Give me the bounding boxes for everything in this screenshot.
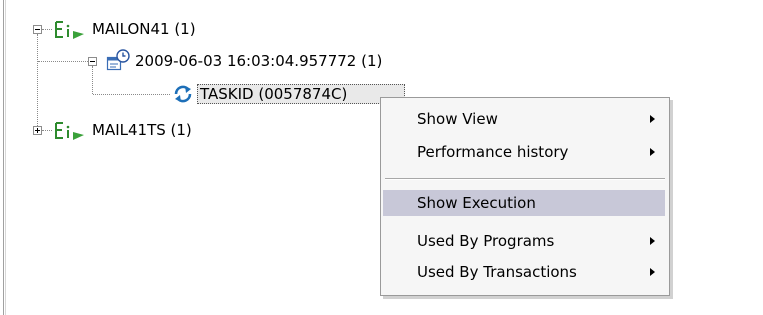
tree-connector — [42, 130, 52, 131]
transaction-icon — [55, 122, 84, 140]
menu-item-show-view[interactable]: Show View — [383, 106, 665, 132]
transaction-icon — [55, 21, 84, 39]
tree-node-label-selected[interactable]: TASKID (0057874C) — [197, 84, 405, 104]
tree-connector — [93, 94, 170, 95]
menu-item-label: Show View — [417, 110, 498, 128]
panel-border-inner — [5, 0, 6, 315]
submenu-arrow-icon — [650, 115, 655, 123]
refresh-cycle-icon — [174, 85, 192, 103]
tree-node-label: 2009-06-03 16:03:04.957772 (1) — [135, 52, 383, 70]
tree-connector — [42, 29, 52, 30]
menu-item-used-by-transactions[interactable]: Used By Transactions — [383, 259, 665, 285]
tree-node-label: MAIL41TS (1) — [92, 121, 192, 139]
menu-item-show-execution[interactable]: Show Execution — [383, 190, 665, 216]
menu-item-label: Show Execution — [417, 194, 536, 212]
submenu-arrow-icon — [650, 268, 655, 276]
calendar-clock-icon — [106, 49, 130, 71]
tree-connector — [38, 61, 88, 62]
collapse-toggle[interactable] — [33, 25, 42, 34]
tree-node-label: MAILON41 (1) — [92, 20, 196, 38]
tree-connector — [37, 34, 38, 130]
menu-item-label: Used By Transactions — [417, 263, 577, 281]
submenu-arrow-icon — [650, 237, 655, 245]
menu-item-label: Used By Programs — [417, 232, 555, 250]
panel-border — [3, 0, 4, 315]
submenu-arrow-icon — [650, 148, 655, 156]
menu-item-used-by-programs[interactable]: Used By Programs — [383, 228, 665, 254]
menu-item-performance-history[interactable]: Performance history — [383, 139, 665, 165]
context-menu: Show View Performance history Show Execu… — [380, 97, 670, 296]
expand-toggle[interactable] — [33, 126, 42, 135]
menu-item-label: Performance history — [417, 143, 569, 161]
tree-connector — [92, 66, 93, 94]
collapse-toggle[interactable] — [88, 57, 97, 66]
menu-separator — [385, 178, 665, 180]
